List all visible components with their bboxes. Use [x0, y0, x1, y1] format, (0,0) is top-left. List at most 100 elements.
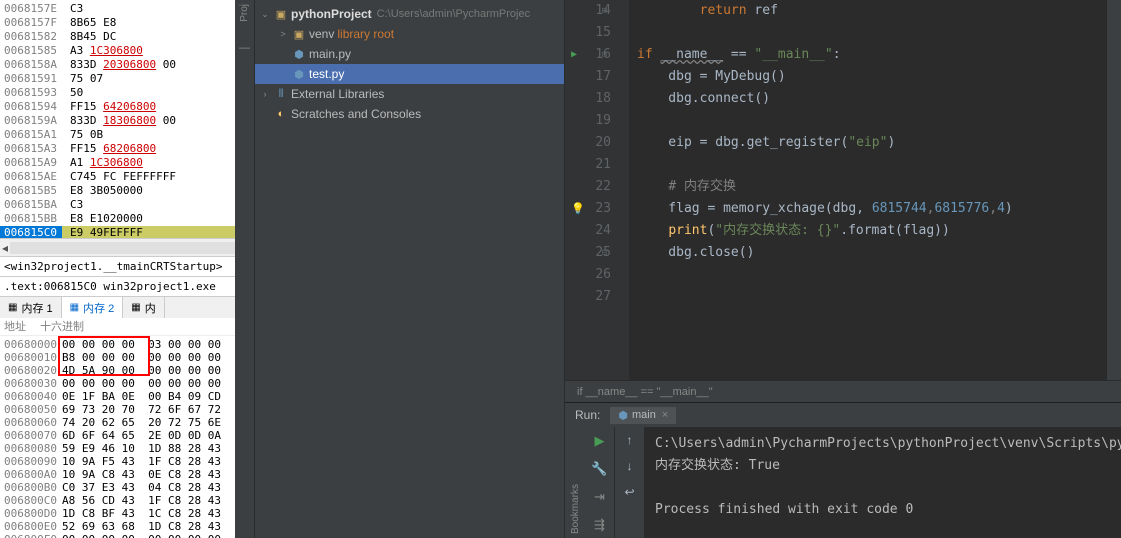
line-number[interactable]: 17 [565, 66, 611, 88]
dump-icon: ▦ [70, 302, 79, 313]
memory-tab[interactable]: ▦内存 1 [0, 297, 62, 318]
disasm-row[interactable]: 0068158A833D 20306800 00 [0, 58, 235, 72]
wrench-icon[interactable]: 🔧 [591, 461, 607, 477]
code-editor[interactable]: 14⊟15▶16⊟171819202122💡232425⊟2627 return… [565, 0, 1121, 380]
line-number[interactable]: 24 [565, 220, 611, 242]
step-icon[interactable]: ⇥ [594, 489, 605, 505]
code-line[interactable] [637, 22, 1107, 44]
debugger-panel: 0068157EC30068157F8B65 E8006815828B45 DC… [0, 0, 235, 538]
memory-tab[interactable]: ▦内存 2 [62, 297, 124, 318]
editor-scrollbar[interactable] [1107, 0, 1121, 380]
memory-row[interactable]: 0068009010 9A F5 43 1F C8 28 43 [4, 455, 235, 468]
code-line[interactable]: eip = dbg.get_register("eip") [637, 132, 1107, 154]
code-line[interactable]: dbg.close() [637, 242, 1107, 264]
memory-row[interactable]: 006800E052 69 63 68 1D C8 28 43 [4, 520, 235, 533]
tree-item[interactable]: >▣venv library root [255, 24, 564, 44]
memory-row[interactable]: 0068008059 E9 46 10 1D 88 28 43 [4, 442, 235, 455]
fold-icon[interactable]: ⊟ [602, 0, 607, 22]
line-number[interactable]: 26 [565, 264, 611, 286]
disasm-row[interactable]: 0068159350 [0, 86, 235, 100]
code-line[interactable] [637, 110, 1107, 132]
line-number[interactable]: 21 [565, 154, 611, 176]
memory-row[interactable]: 0068000000 00 00 00 03 00 00 00 [4, 338, 235, 351]
left-sidebar-strip: Proj — [235, 0, 255, 538]
memory-row[interactable]: 006800706D 6F 64 65 2E 0D 0D 0A [4, 429, 235, 442]
memory-row[interactable]: 0068005069 73 20 70 72 6F 67 72 [4, 403, 235, 416]
project-toolwindow-tab[interactable]: Proj [239, 4, 250, 22]
code-line[interactable] [637, 154, 1107, 176]
fold-icon[interactable]: ⊟ [602, 242, 607, 264]
disasm-row[interactable]: 006815BBE8 E1020000 [0, 212, 235, 226]
disasm-row[interactable]: 0068157F8B65 E8 [0, 16, 235, 30]
line-number[interactable]: 💡23 [565, 198, 611, 220]
line-number[interactable]: 14⊟ [565, 0, 611, 22]
code-line[interactable]: print("内存交换状态: {}".format(flag)) [637, 220, 1107, 242]
close-icon[interactable]: × [662, 409, 668, 421]
disasm-row[interactable]: 006815C0E9 49FEFFFF [0, 226, 235, 238]
up-arrow-icon[interactable]: ↑ [627, 433, 633, 447]
horizontal-scrollbar[interactable]: ◂ [0, 238, 235, 256]
memory-row[interactable]: 00680010B8 00 00 00 00 00 00 00 [4, 351, 235, 364]
disassembly-view[interactable]: 0068157EC30068157F8B65 E8006815828B45 DC… [0, 0, 235, 238]
code-area[interactable]: return ref if __name__ == "__main__": dbg… [629, 0, 1107, 380]
memory-row[interactable]: 0068003000 00 00 00 00 00 00 00 [4, 377, 235, 390]
editor-gutter[interactable]: 14⊟15▶16⊟171819202122💡232425⊟2627 [565, 0, 629, 380]
run-tab-main[interactable]: ⬢ main × [610, 407, 676, 424]
memory-row[interactable]: 0068006074 20 62 65 20 72 75 6E [4, 416, 235, 429]
breadcrumb[interactable]: if __name__ == "__main__" [577, 386, 713, 398]
breadcrumb-bar[interactable]: if __name__ == "__main__" [565, 380, 1121, 402]
code-line[interactable]: flag = memory_xchage(dbg, 6815744,681577… [637, 198, 1107, 220]
minimize-icon[interactable]: — [239, 42, 250, 54]
disasm-row[interactable]: 006815A9A1 1C306800 [0, 156, 235, 170]
line-number[interactable]: 22 [565, 176, 611, 198]
disasm-row[interactable]: 006815A3FF15 68206800 [0, 142, 235, 156]
memory-dump[interactable]: 地址 十六进制 0068000000 00 00 00 03 00 00 000… [0, 318, 235, 538]
line-number[interactable]: 20 [565, 132, 611, 154]
memory-row[interactable]: 006800A010 9A C8 43 0E C8 28 43 [4, 468, 235, 481]
memory-row[interactable]: 006800400E 1F BA 0E 00 B4 09 CD [4, 390, 235, 403]
run-icon[interactable]: ▶ [595, 433, 605, 449]
code-line[interactable]: if __name__ == "__main__": [637, 44, 1107, 66]
tree-item[interactable]: ⬢test.py [255, 64, 564, 84]
code-line[interactable] [637, 264, 1107, 286]
memory-row[interactable]: 006800D01D C8 BF 43 1C C8 28 43 [4, 507, 235, 520]
disasm-row[interactable]: 006815828B45 DC [0, 30, 235, 44]
tree-root[interactable]: ⌄▣pythonProjectC:\Users\admin\PycharmPro… [255, 4, 564, 24]
scratches[interactable]: ◐Scratches and Consoles [255, 104, 564, 124]
code-line[interactable]: dbg = MyDebug() [637, 66, 1107, 88]
line-number[interactable]: 15 [565, 22, 611, 44]
memory-tab[interactable]: ▦内 [123, 297, 164, 318]
line-number[interactable]: ▶16⊟ [565, 44, 611, 66]
code-line[interactable]: return ref [637, 0, 1107, 22]
code-line[interactable]: dbg.connect() [637, 88, 1107, 110]
memory-row[interactable]: 006800C0A8 56 CD 43 1F C8 28 43 [4, 494, 235, 507]
line-number[interactable]: 27 [565, 286, 611, 308]
bulb-icon[interactable]: 💡 [571, 198, 585, 220]
line-number[interactable]: 25⊟ [565, 242, 611, 264]
disasm-row[interactable]: 006815AEC745 FC FEFFFFFF [0, 170, 235, 184]
wrap-icon[interactable]: ↩ [624, 485, 634, 499]
fold-icon[interactable]: ⊟ [602, 44, 607, 66]
down-arrow-icon[interactable]: ↓ [627, 459, 633, 473]
disasm-row[interactable]: 006815B5E8 3B050000 [0, 184, 235, 198]
code-line[interactable] [637, 286, 1107, 308]
line-number[interactable]: 19 [565, 110, 611, 132]
disasm-row[interactable]: 00681594FF15 64206800 [0, 100, 235, 114]
run-output[interactable]: C:\Users\admin\PycharmProjects\pythonPro… [645, 427, 1121, 538]
memory-row[interactable]: 006800F000 00 00 00 00 00 00 00 [4, 533, 235, 538]
tree-item[interactable]: ⬢main.py [255, 44, 564, 64]
disasm-row[interactable]: 0068159A833D 18306800 00 [0, 114, 235, 128]
memory-row[interactable]: 006800204D 5A 90 00 00 00 00 00 [4, 364, 235, 377]
external-libraries[interactable]: ›⫴External Libraries [255, 84, 564, 104]
disasm-row[interactable]: 0068159175 07 [0, 72, 235, 86]
disasm-row[interactable]: 00681585A3 1C306800 [0, 44, 235, 58]
memory-row[interactable]: 006800B0C0 37 E3 43 04 C8 28 43 [4, 481, 235, 494]
code-line[interactable]: # 内存交换 [637, 176, 1107, 198]
disasm-row[interactable]: 006815A175 0B [0, 128, 235, 142]
bookmarks-strip[interactable]: Bookmarks [565, 427, 585, 538]
disasm-row[interactable]: 0068157EC3 [0, 2, 235, 16]
run-gutter-icon[interactable]: ▶ [571, 44, 577, 66]
line-number[interactable]: 18 [565, 88, 611, 110]
filter-icon[interactable]: ⇶ [594, 517, 605, 533]
disasm-row[interactable]: 006815BAC3 [0, 198, 235, 212]
